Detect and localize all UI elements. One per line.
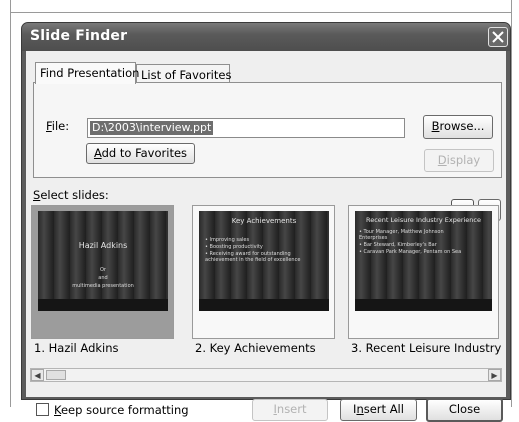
- slide-text: • Boosting productivity: [205, 244, 263, 250]
- close-button[interactable]: Close: [426, 398, 503, 422]
- slide-text: achievement in the field of excellence: [205, 257, 301, 263]
- slide-text: and: [98, 275, 108, 281]
- slide-caption-2: 2. Key Achievements: [195, 341, 316, 355]
- display-button[interactable]: Display: [424, 149, 494, 172]
- tab-find-presentation[interactable]: Find Presentation: [35, 62, 140, 84]
- slide-text: • Bar Steward, Kimberley's Bar: [359, 242, 437, 248]
- slide-title: Key Achievements: [231, 217, 297, 225]
- slide-preview-2: Key Achievements • Improving sales • Boo…: [199, 211, 329, 311]
- keep-source-formatting-checkbox[interactable]: [36, 403, 49, 416]
- slide-text: Or: [100, 267, 106, 273]
- scroll-right-icon[interactable]: ▶: [488, 369, 501, 381]
- dialog-title: Slide Finder: [30, 28, 128, 44]
- background-frame-top: [10, 12, 512, 13]
- slide-caption-3: 3. Recent Leisure Industry: [351, 341, 501, 355]
- slide-preview-3: Recent Leisure Industry Experience • Tou…: [355, 211, 492, 311]
- slide-thumbnail-3[interactable]: Recent Leisure Industry Experience • Tou…: [348, 205, 499, 339]
- slide-text: • Improving sales: [205, 237, 250, 243]
- slides-horizontal-scrollbar[interactable]: ◀ ▶: [30, 368, 502, 382]
- slide-text: Enterprises: [359, 235, 388, 241]
- title-bar[interactable]: Slide Finder: [22, 23, 510, 51]
- slide-thumbnail-1[interactable]: Hazil Adkins Or and multimedia presentat…: [31, 205, 174, 339]
- browse-button[interactable]: Browse...: [423, 115, 493, 139]
- scroll-left-icon[interactable]: ◀: [31, 369, 44, 381]
- background-frame-right: [511, 0, 512, 407]
- slide-thumbnail-2[interactable]: Key Achievements • Improving sales • Boo…: [192, 205, 335, 339]
- scrollbar-thumb[interactable]: [46, 370, 66, 380]
- keep-source-formatting-label: Keep source formatting: [54, 403, 189, 417]
- tab-label: List of Favorites: [141, 68, 232, 82]
- slide-title: Recent Leisure Industry Experience: [366, 216, 481, 224]
- slide-finder-dialog: Slide Finder Find Presentation List of F…: [21, 22, 511, 422]
- add-to-favorites-button[interactable]: Add to Favorites: [86, 143, 195, 164]
- insert-button[interactable]: Insert: [252, 399, 328, 421]
- file-label: File:: [46, 119, 70, 133]
- tab-label: Find Presentation: [40, 66, 140, 80]
- slide-title: Hazil Adkins: [78, 241, 128, 250]
- tab-list-of-favorites[interactable]: List of Favorites: [136, 64, 232, 84]
- close-icon[interactable]: [488, 27, 508, 47]
- slide-caption-1: 1. Hazil Adkins: [34, 341, 119, 355]
- background-frame-left: [10, 0, 11, 407]
- select-slides-label: Select slides:: [33, 188, 109, 202]
- insert-all-button[interactable]: Insert All: [340, 399, 417, 421]
- file-path-value: D:\2003\interview.ppt: [90, 121, 214, 135]
- slide-preview-1: Hazil Adkins Or and multimedia presentat…: [38, 211, 168, 311]
- file-path-input[interactable]: D:\2003\interview.ppt: [87, 118, 405, 138]
- slide-text: multimedia presentation: [72, 283, 134, 289]
- slide-text: • Caravan Park Manager, Pentam on Sea: [359, 249, 462, 255]
- dialog-body: Find Presentation List of Favorites File…: [26, 51, 506, 422]
